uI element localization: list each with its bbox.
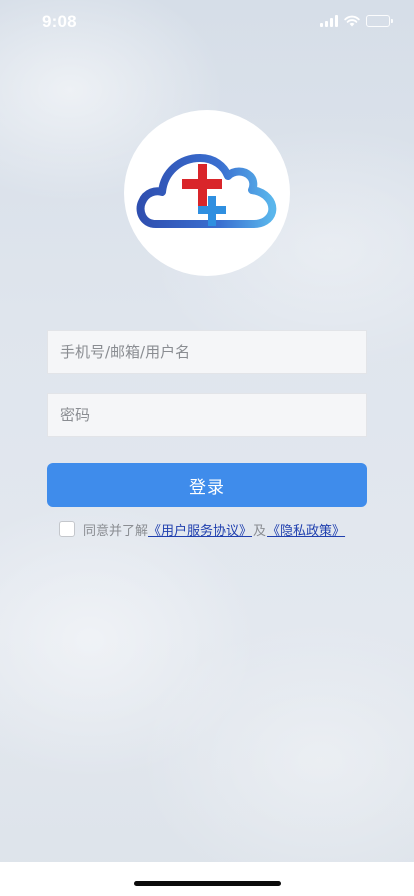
terms-link[interactable]: 《用户服务协议》 — [148, 520, 252, 539]
battery-icon — [366, 15, 393, 27]
app-logo — [124, 110, 290, 276]
privacy-link[interactable]: 《隐私政策》 — [267, 520, 345, 539]
password-input[interactable] — [47, 393, 367, 437]
signal-icon — [320, 15, 338, 27]
agreement-row: 同意并了解 《用户服务协议》 及 《隐私政策》 — [59, 520, 345, 539]
agreement-prefix: 同意并了解 — [83, 523, 149, 539]
home-indicator[interactable] — [134, 881, 281, 886]
status-time: 9:08 — [42, 12, 77, 31]
agreement-and: 及 — [253, 523, 267, 539]
login-button[interactable]: 登录 — [47, 463, 367, 507]
bottom-safe-area — [0, 862, 414, 896]
status-icons — [320, 15, 393, 27]
cloud-medical-cross-icon — [136, 154, 277, 228]
account-input[interactable] — [47, 330, 367, 374]
status-bar: 9:08 — [0, 0, 414, 44]
wifi-icon — [344, 15, 360, 27]
agree-checkbox[interactable] — [59, 521, 75, 537]
